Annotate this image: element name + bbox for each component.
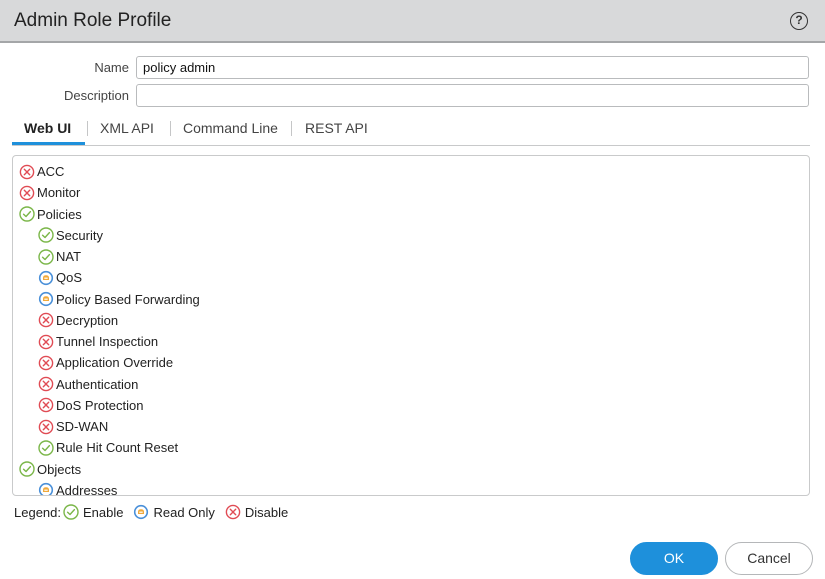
- disable-icon[interactable]: [38, 397, 54, 413]
- tree-item-label: SD-WAN: [56, 419, 109, 434]
- name-label: Name: [94, 60, 129, 75]
- tree-item-sd-wan[interactable]: SD-WAN: [38, 416, 108, 437]
- legend: Legend: Enable Read Only Disable: [14, 503, 298, 521]
- legend-label: Legend:: [14, 504, 61, 520]
- tree-item-decryption[interactable]: Decryption: [38, 310, 118, 331]
- tree-item-label: Monitor: [37, 185, 81, 201]
- tree-item-label: Objects: [37, 461, 82, 477]
- tree-item-label: NAT: [56, 249, 82, 264]
- tree-item-acc[interactable]: ACC: [19, 161, 64, 182]
- enable-icon[interactable]: [19, 461, 35, 477]
- disable-icon[interactable]: [38, 376, 54, 392]
- disable-icon: [225, 504, 241, 520]
- tree-item-label: ACC: [37, 164, 65, 179]
- tree-item-policy-based-forwarding[interactable]: Policy Based Forwarding: [38, 289, 200, 310]
- disable-icon[interactable]: [19, 185, 35, 201]
- tree-item-addresses[interactable]: Addresses: [38, 480, 118, 496]
- tree-item-tunnel-inspection[interactable]: Tunnel Inspection: [38, 331, 158, 352]
- tree-item-monitor[interactable]: Monitor: [19, 182, 80, 203]
- tree-item-rule-hit-count-reset[interactable]: Rule Hit Count Reset: [38, 437, 178, 458]
- tree-item-label: Policy Based Forwarding: [56, 291, 200, 307]
- tree-item-authentication[interactable]: Authentication: [38, 374, 138, 395]
- description-input[interactable]: [136, 84, 809, 107]
- disable-icon[interactable]: [38, 419, 54, 435]
- enable-icon[interactable]: [38, 440, 54, 456]
- tree-item-label: Application Override: [56, 355, 174, 371]
- read-only-icon[interactable]: [38, 270, 54, 286]
- tree-item-label: QoS: [56, 270, 83, 286]
- enable-icon[interactable]: [38, 227, 54, 243]
- enable-icon: [63, 504, 79, 520]
- tree-item-qos[interactable]: QoS: [38, 267, 82, 288]
- cancel-button[interactable]: Cancel: [725, 542, 813, 575]
- tab-rest-api[interactable]: REST API: [305, 120, 368, 136]
- legend-disable: Disable: [225, 504, 288, 520]
- legend-read-only: Read Only: [133, 504, 215, 520]
- tree-item-label: Security: [56, 227, 103, 243]
- disable-icon[interactable]: [19, 164, 35, 180]
- tree-item-label: DoS Protection: [56, 397, 144, 413]
- name-input[interactable]: [136, 56, 809, 79]
- tree-item-nat[interactable]: NAT: [38, 246, 81, 267]
- tab-divider: [291, 121, 292, 136]
- dialog-title: Admin Role Profile: [14, 10, 172, 31]
- tree-item-label: Addresses: [56, 482, 118, 496]
- tree-item-security[interactable]: Security: [38, 225, 103, 246]
- tab-command-line[interactable]: Command Line: [183, 120, 278, 136]
- read-only-icon: [133, 504, 149, 520]
- permission-tree: ACC Monitor Policies Security NAT QoS Policy B…: [12, 155, 810, 496]
- dialog-titlebar: Admin Role Profile ?: [0, 0, 825, 43]
- tree-item-label: Decryption: [56, 312, 119, 328]
- enable-icon[interactable]: [19, 206, 35, 222]
- ok-button[interactable]: OK: [630, 542, 718, 575]
- tab-xml-api[interactable]: XML API: [100, 120, 154, 136]
- tab-web-ui[interactable]: Web UI: [24, 120, 71, 136]
- help-icon[interactable]: ?: [790, 12, 808, 30]
- read-only-icon[interactable]: [38, 482, 54, 495]
- tree-item-label: Policies: [37, 206, 82, 222]
- tree-item-dos-protection[interactable]: DoS Protection: [38, 395, 143, 416]
- tree-item-label: Rule Hit Count Reset: [56, 440, 179, 456]
- description-label: Description: [63, 88, 129, 103]
- tree-item-application-override[interactable]: Application Override: [38, 352, 173, 373]
- tab-bar: Web UI XML API Command Line REST API: [12, 116, 810, 146]
- disable-icon[interactable]: [38, 355, 54, 371]
- tree-item-objects[interactable]: Objects: [19, 459, 81, 480]
- tree-item-label: Tunnel Inspection: [56, 334, 159, 349]
- disable-icon[interactable]: [38, 312, 54, 328]
- tree-item-label: Authentication: [56, 376, 139, 392]
- active-tab-indicator: [12, 142, 85, 145]
- disable-icon[interactable]: [38, 334, 54, 350]
- read-only-icon[interactable]: [38, 291, 54, 307]
- tab-divider: [87, 121, 88, 136]
- enable-icon[interactable]: [38, 248, 54, 265]
- tree-item-policies[interactable]: Policies: [19, 204, 82, 225]
- legend-enable: Enable: [63, 504, 123, 520]
- tab-divider: [170, 121, 171, 136]
